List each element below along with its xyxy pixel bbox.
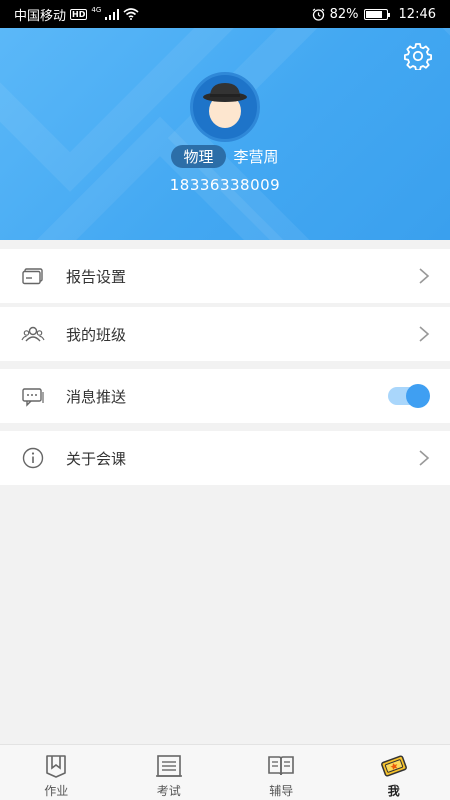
chevron-right-icon xyxy=(419,326,430,342)
tab-tutoring[interactable]: 辅导 xyxy=(225,745,338,800)
menu-label: 关于会课 xyxy=(66,449,127,468)
network-type: 4G xyxy=(91,6,102,14)
menu-item-about[interactable]: 关于会课 xyxy=(0,431,450,485)
battery-level xyxy=(365,10,382,18)
menu-item-push-notifications: 消息推送 xyxy=(0,369,450,423)
menu-item-report-settings[interactable]: 报告设置 xyxy=(0,249,450,303)
status-bar: 中国移动 HD 4G 82% 12:46 xyxy=(0,0,450,28)
tab-exam[interactable]: 考试 xyxy=(113,745,226,800)
tab-homework[interactable]: 作业 xyxy=(0,745,113,800)
hd-badge: HD xyxy=(70,8,88,20)
subject-badge: 物理 xyxy=(171,145,226,168)
profile-header: 物理 李营周 18336338009 xyxy=(0,28,450,240)
card-icon xyxy=(22,268,43,285)
menu-item-my-class[interactable]: 我的班级 xyxy=(0,307,450,361)
toggle-knob xyxy=(406,384,430,408)
menu-label: 消息推送 xyxy=(66,387,127,406)
me-icon xyxy=(380,755,407,777)
chevron-right-icon xyxy=(419,268,430,284)
info-icon xyxy=(22,447,44,469)
tab-label: 考试 xyxy=(156,784,181,798)
exam-icon xyxy=(155,755,182,777)
alarm-icon xyxy=(312,8,324,21)
chevron-right-icon xyxy=(419,450,430,466)
group-icon xyxy=(21,326,45,342)
tab-me[interactable]: 我 xyxy=(338,745,450,800)
bottom-tab-bar: 作业 考试 辅导 我 xyxy=(0,744,450,800)
avatar-face-icon xyxy=(203,83,247,128)
signal-icon xyxy=(105,8,120,20)
wifi-icon xyxy=(123,8,139,20)
user-name: 李营周 xyxy=(233,148,279,166)
clock: 12:46 xyxy=(398,6,436,22)
avatar[interactable] xyxy=(190,72,260,142)
tab-label: 辅导 xyxy=(269,784,294,798)
profile-info-row: 物理 李营周 xyxy=(0,145,450,168)
settings-gear-icon[interactable] xyxy=(404,42,432,70)
push-notification-toggle[interactable] xyxy=(388,384,430,408)
message-icon xyxy=(22,388,44,407)
homework-icon xyxy=(46,755,67,778)
tab-label: 作业 xyxy=(44,784,69,798)
battery-percent: 82% xyxy=(329,6,359,22)
phone-number: 18336338009 xyxy=(169,176,281,194)
carrier-name: 中国移动 xyxy=(14,8,67,24)
battery-icon xyxy=(363,8,390,20)
tutoring-icon xyxy=(268,756,295,776)
menu-label: 报告设置 xyxy=(66,267,127,286)
menu-label: 我的班级 xyxy=(66,325,127,344)
tab-label: 我 xyxy=(387,784,400,798)
